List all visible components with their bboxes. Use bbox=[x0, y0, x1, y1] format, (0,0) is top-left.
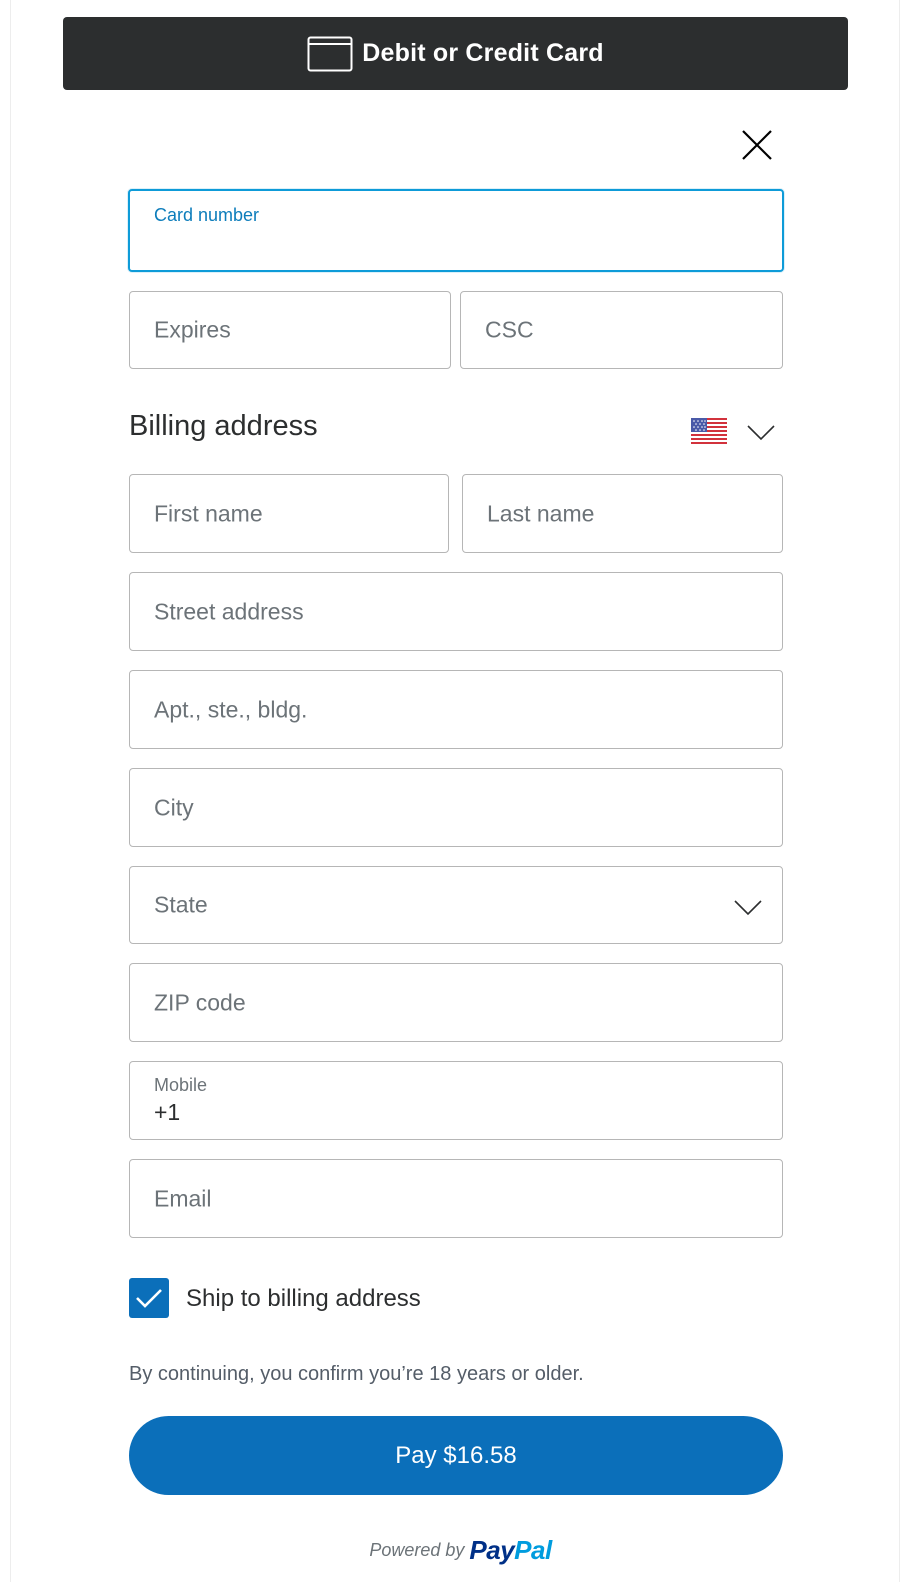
csc-input[interactable]: CSC bbox=[460, 291, 783, 369]
apt-input[interactable]: Apt., ste., bldg. bbox=[129, 670, 783, 749]
close-icon[interactable] bbox=[738, 126, 776, 164]
us-flag-icon[interactable] bbox=[691, 418, 727, 444]
state-placeholder: State bbox=[154, 891, 208, 918]
card-number-input[interactable]: Card number bbox=[128, 189, 784, 272]
paypal-logo: PayPal bbox=[469, 1535, 552, 1565]
expires-input[interactable]: Expires bbox=[129, 291, 451, 369]
last-name-placeholder: Last name bbox=[487, 500, 595, 526]
mobile-label: Mobile bbox=[154, 1075, 208, 1095]
country-chevron-down-icon[interactable] bbox=[747, 425, 775, 441]
pay-button[interactable]: Pay $16.58 bbox=[129, 1416, 783, 1495]
card-number-label: Card number bbox=[154, 205, 260, 225]
powered-by-paypal: Powered by PayPal bbox=[0, 1535, 921, 1566]
checkmark-icon bbox=[136, 1289, 162, 1308]
first-name-placeholder: First name bbox=[154, 500, 263, 526]
expires-placeholder: Expires bbox=[154, 316, 231, 343]
zip-code-input[interactable]: ZIP code bbox=[129, 963, 783, 1042]
paypal-logo-pay: Pay bbox=[469, 1535, 515, 1565]
card-payment-header[interactable]: Debit or Credit Card bbox=[63, 17, 848, 90]
first-name-input[interactable]: First name bbox=[129, 474, 449, 553]
billing-address-title: Billing address bbox=[129, 410, 318, 442]
credit-card-icon bbox=[307, 36, 353, 71]
last-name-input[interactable]: Last name bbox=[462, 474, 783, 553]
ship-to-billing-label[interactable]: Ship to billing address bbox=[186, 1285, 421, 1313]
age-confirmation-text: By continuing, you confirm you’re 18 yea… bbox=[129, 1363, 584, 1385]
zip-code-placeholder: ZIP code bbox=[154, 989, 246, 1015]
street-address-input[interactable]: Street address bbox=[129, 572, 783, 651]
state-chevron-down-icon bbox=[734, 900, 762, 916]
paypal-logo-pal: Pal bbox=[514, 1535, 552, 1565]
mobile-value: +1 bbox=[154, 1099, 181, 1125]
card-header-title: Debit or Credit Card bbox=[362, 39, 604, 67]
email-placeholder: Email bbox=[154, 1185, 212, 1211]
mobile-input[interactable]: Mobile +1 bbox=[129, 1061, 783, 1140]
csc-placeholder: CSC bbox=[485, 316, 534, 343]
city-input[interactable]: City bbox=[129, 768, 783, 847]
ship-to-billing-checkbox[interactable] bbox=[129, 1278, 169, 1318]
street-address-placeholder: Street address bbox=[154, 598, 304, 624]
apt-placeholder: Apt., ste., bldg. bbox=[154, 696, 308, 722]
email-input[interactable]: Email bbox=[129, 1159, 783, 1238]
powered-by-text: Powered by bbox=[369, 1540, 465, 1560]
city-placeholder: City bbox=[154, 794, 194, 820]
state-select[interactable]: State bbox=[129, 866, 783, 944]
